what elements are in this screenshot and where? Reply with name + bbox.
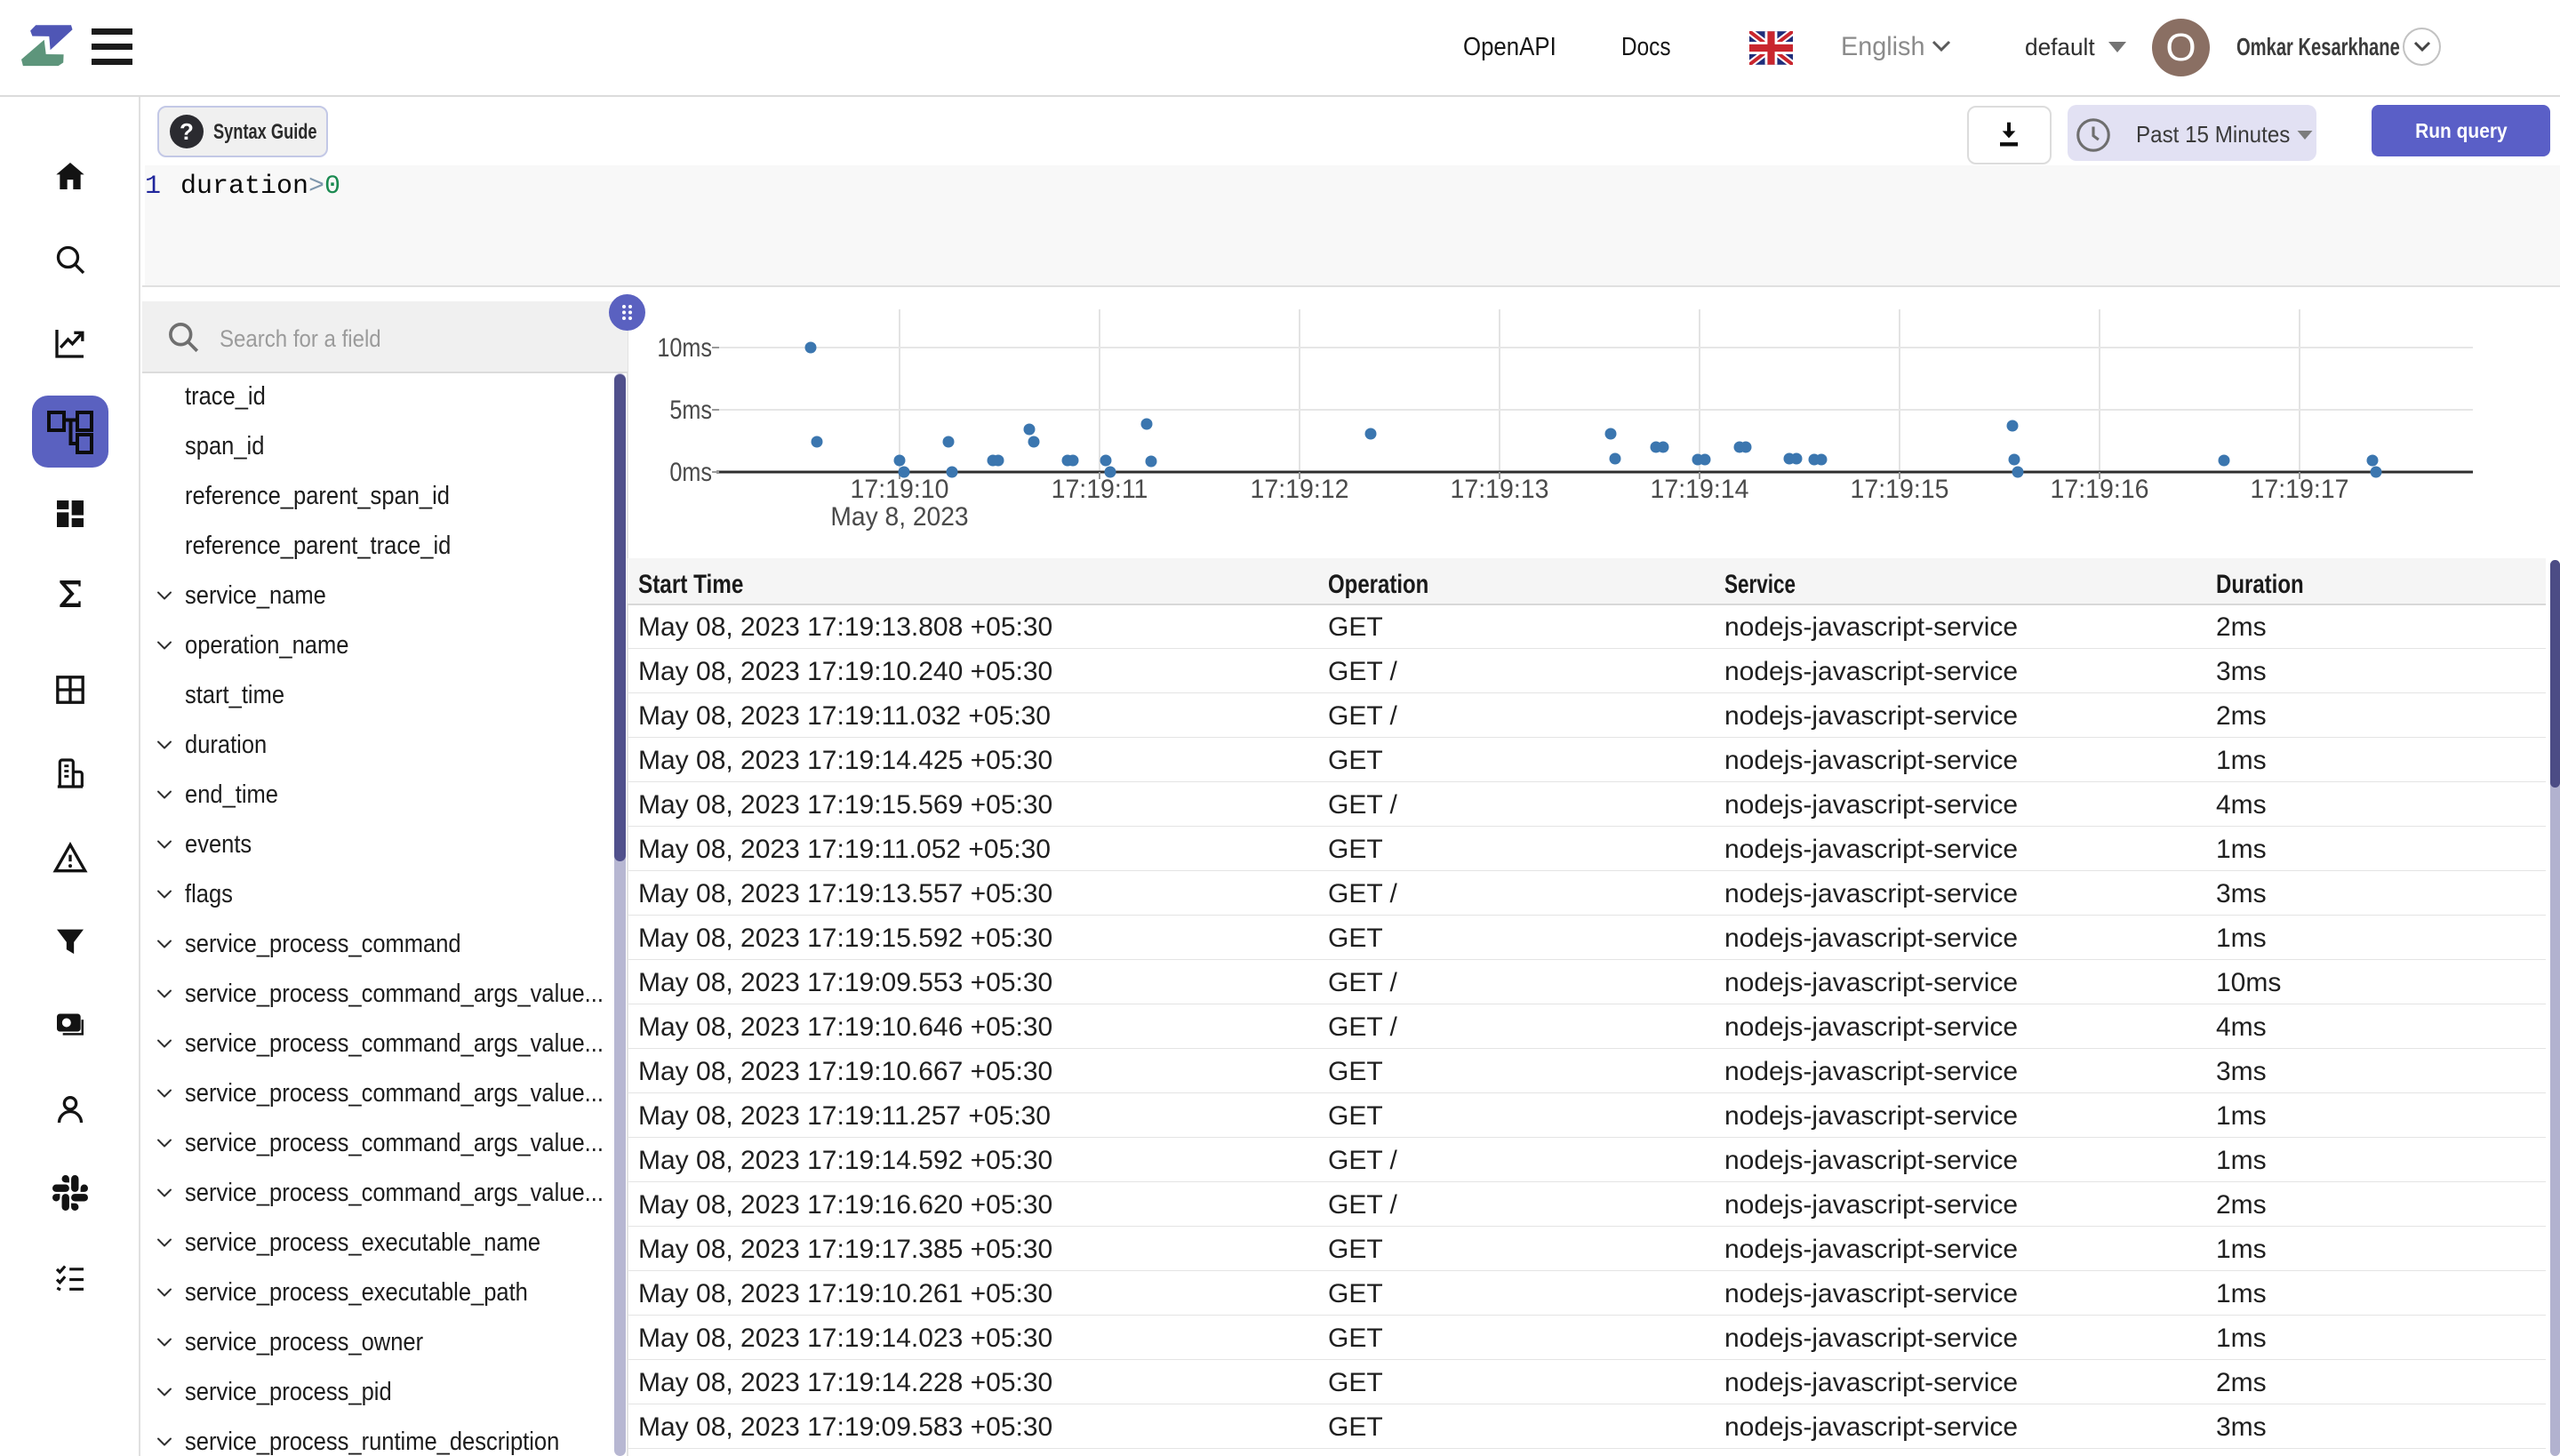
svg-text:17:19:12: 17:19:12 [1251,475,1349,504]
svg-text:17:19:11: 17:19:11 [1052,475,1148,504]
svg-text:10ms: 10ms [657,332,712,363]
svg-text:0ms: 0ms [669,457,712,487]
svg-text:17:19:13: 17:19:13 [1451,475,1549,504]
svg-text:17:19:10: 17:19:10 [851,475,949,504]
svg-text:May 8, 2023: May 8, 2023 [830,502,968,532]
svg-text:5ms: 5ms [669,395,712,425]
svg-text:17:19:17: 17:19:17 [2251,475,2349,504]
svg-text:17:19:16: 17:19:16 [2051,475,2149,504]
svg-text:17:19:14: 17:19:14 [1651,475,1749,504]
svg-text:17:19:15: 17:19:15 [1851,475,1949,504]
